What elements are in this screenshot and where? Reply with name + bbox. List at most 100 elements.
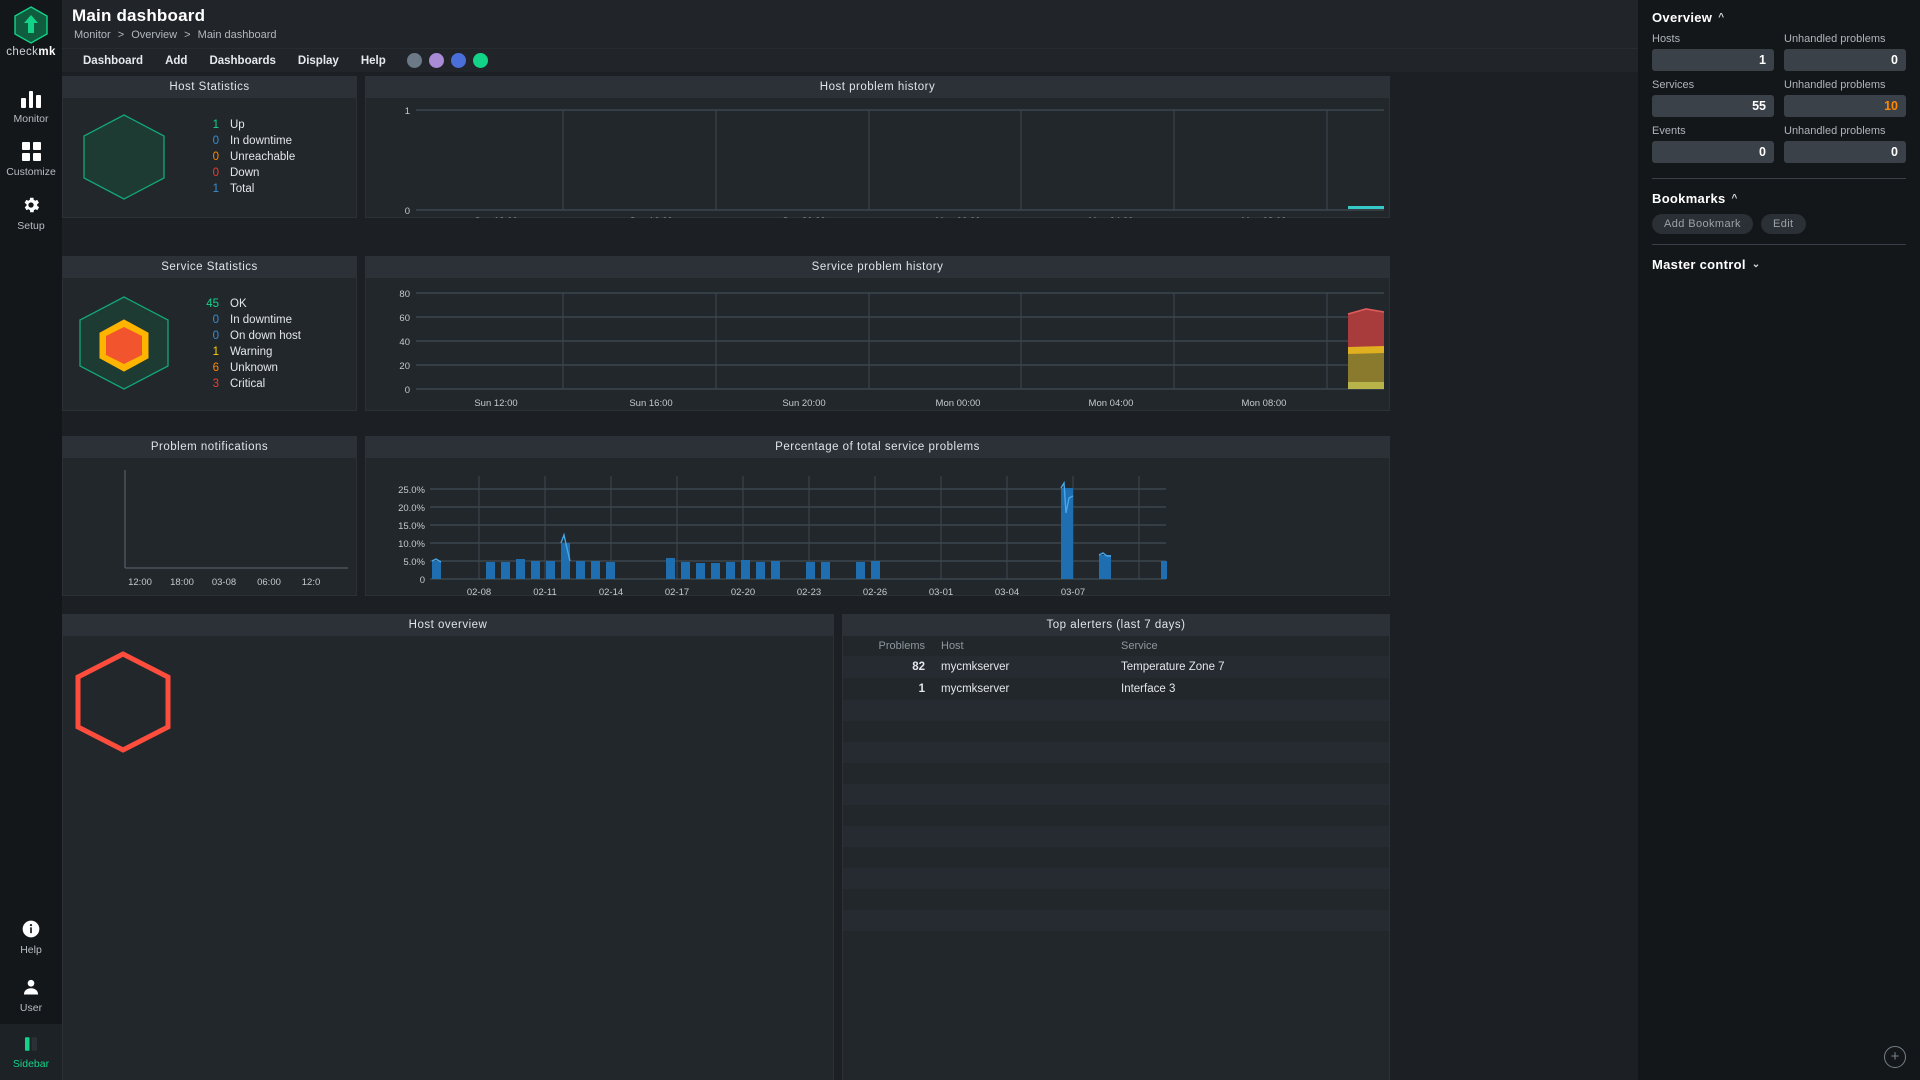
menu-dashboards[interactable]: Dashboards: [198, 51, 286, 71]
menu-help[interactable]: Help: [350, 51, 397, 71]
overview-value-events[interactable]: 0: [1652, 141, 1774, 163]
overview-value-events-unhandled[interactable]: 0: [1784, 141, 1906, 163]
breadcrumb-item-overview[interactable]: Overview: [131, 29, 177, 41]
host-problem-history-graph[interactable]: 1 0 Sun 12:00 Sun 16:00: [366, 98, 1389, 218]
sidebar-item-monitor[interactable]: Monitor: [0, 80, 62, 133]
warning-triangle-icon[interactable]: [428, 53, 444, 68]
svg-text:0: 0: [405, 206, 410, 217]
panel-service-problem-history: Service problem history 80 60 40 20 0 Su…: [365, 256, 1390, 411]
host-overview-hexagon[interactable]: [73, 650, 173, 759]
table-row[interactable]: 82 mycmkserver Temperature Zone 7: [843, 656, 1389, 678]
snapin-header-master-control[interactable]: Master control ⌄: [1652, 257, 1906, 272]
stat-label: OK: [230, 297, 247, 310]
svg-text:02-23: 02-23: [797, 587, 821, 596]
svg-text:1: 1: [405, 106, 410, 117]
leaf-circle-icon[interactable]: [472, 53, 488, 68]
table-row: [843, 910, 1389, 931]
cell-host[interactable]: mycmkserver: [933, 678, 1113, 700]
sidebar-item-customize[interactable]: Customize: [0, 133, 62, 186]
overview-value-services[interactable]: 55: [1652, 95, 1774, 117]
panel-body: 80 60 40 20 0 Sun 12:00 Sun 16:00 Sun 20…: [366, 278, 1389, 409]
checkmk-hex-icon[interactable]: [450, 53, 466, 68]
panel-title: Host Statistics: [63, 77, 356, 98]
checkmk-logo-icon: [14, 6, 48, 44]
stat-row[interactable]: 45 OK: [193, 298, 301, 310]
host-statistics-hexagon[interactable]: [69, 111, 179, 203]
add-bookmark-button[interactable]: Add Bookmark: [1652, 214, 1753, 234]
stat-row[interactable]: 0 In downtime: [193, 135, 295, 147]
snapin-header-overview[interactable]: Overview ^: [1652, 10, 1906, 25]
stat-row[interactable]: 6 Unknown: [193, 362, 301, 374]
svg-text:02-17: 02-17: [665, 587, 689, 596]
edit-bookmarks-button[interactable]: Edit: [1760, 214, 1806, 234]
percentage-graph[interactable]: 25.0% 20.0% 15.0% 10.0% 5.0% 0 02-08 02-…: [366, 458, 1389, 596]
column-header-problems[interactable]: Problems: [843, 636, 933, 656]
dashboard-grid: Host Statistics 1 Up 0 In downtime 0 Unreac…: [62, 72, 1638, 1080]
problem-notifications-graph[interactable]: 12:00 18:00 03-08 06:00 12:0: [63, 458, 356, 594]
column-header-service[interactable]: Service: [1113, 636, 1389, 656]
table-row: [843, 805, 1389, 826]
sidebar-item-help[interactable]: Help: [0, 908, 62, 966]
sidebar-item-setup[interactable]: Setup: [0, 186, 62, 240]
breadcrumb-separator: >: [184, 29, 191, 41]
user-icon: [23, 979, 39, 995]
cell-service[interactable]: Temperature Zone 7: [1113, 656, 1389, 678]
page-header: Main dashboard Monitor > Overview > Main…: [62, 0, 1638, 48]
sidebar-item-user[interactable]: User: [0, 966, 62, 1024]
stat-count: 0: [212, 135, 219, 147]
stat-row[interactable]: 3 Critical: [193, 378, 301, 390]
table-row: [843, 931, 1389, 952]
table-row: [843, 826, 1389, 847]
stat-row[interactable]: 0 In downtime: [193, 314, 301, 326]
add-snapin-button[interactable]: +: [1884, 1046, 1906, 1068]
svg-text:02-11: 02-11: [533, 587, 557, 596]
checkmk-logo[interactable]: checkmk: [6, 6, 55, 58]
menu-display[interactable]: Display: [287, 51, 350, 71]
svg-text:60: 60: [399, 313, 410, 324]
column-header-host[interactable]: Host: [933, 636, 1113, 656]
menu-add[interactable]: Add: [154, 51, 198, 71]
bar-series-line: [431, 480, 1111, 563]
svg-text:0: 0: [405, 385, 410, 396]
chevron-up-icon[interactable]: ^: [1732, 193, 1738, 204]
stat-row[interactable]: 1 Total: [193, 183, 295, 195]
stat-count: 45: [206, 297, 219, 310]
stat-count: 3: [212, 377, 219, 390]
sidebar-toggle-button[interactable]: Sidebar: [0, 1024, 62, 1080]
table-row[interactable]: 1 mycmkserver Interface 3: [843, 678, 1389, 700]
stat-row[interactable]: 1 Warning: [193, 346, 301, 358]
svg-text:02-14: 02-14: [599, 587, 623, 596]
menubar-icon-group: [406, 53, 488, 68]
breadcrumb: Monitor > Overview > Main dashboard: [72, 29, 1638, 41]
stat-row[interactable]: 0 On down host: [193, 330, 301, 342]
panel-problem-notifications: Problem notifications 12:00 18:00 03-08 …: [62, 436, 357, 596]
cell-service[interactable]: Interface 3: [1113, 678, 1389, 700]
chevron-up-icon[interactable]: ^: [1718, 12, 1724, 23]
service-statistics-hexagon[interactable]: [69, 294, 179, 394]
stat-row[interactable]: 1 Up: [193, 119, 295, 131]
chevron-down-icon[interactable]: ⌄: [1752, 259, 1761, 270]
overview-value-hosts-unhandled[interactable]: 0: [1784, 49, 1906, 71]
menu-dashboard[interactable]: Dashboard: [72, 51, 154, 71]
stat-row[interactable]: 0 Down: [193, 167, 295, 179]
cell-host[interactable]: mycmkserver: [933, 656, 1113, 678]
hexagon-icon: [75, 651, 171, 753]
service-problem-history-graph[interactable]: 80 60 40 20 0 Sun 12:00 Sun 16:00 Sun 20…: [366, 278, 1389, 409]
breadcrumb-item-monitor[interactable]: Monitor: [74, 29, 111, 41]
breadcrumb-separator: >: [117, 29, 125, 41]
overview-value-services-unhandled[interactable]: 10: [1784, 95, 1906, 117]
stat-label: Warning: [230, 345, 273, 358]
breadcrumb-item-current: Main dashboard: [197, 29, 277, 41]
globe-icon[interactable]: [406, 53, 422, 68]
table-row: [843, 742, 1389, 763]
brand-text: checkmk: [6, 46, 56, 58]
svg-text:Mon 04:00: Mon 04:00: [1089, 398, 1134, 409]
svg-text:Mon 00:00: Mon 00:00: [936, 398, 981, 409]
snapin-header-bookmarks[interactable]: Bookmarks ^: [1652, 191, 1906, 206]
table-row: [843, 700, 1389, 721]
panel-title: Host problem history: [366, 77, 1389, 98]
bar-series: [432, 488, 1167, 579]
overview-value-hosts[interactable]: 1: [1652, 49, 1774, 71]
stat-row[interactable]: 0 Unreachable: [193, 151, 296, 163]
panel-top-alerters: Top alerters (last 7 days) Problems Host…: [842, 614, 1390, 1080]
